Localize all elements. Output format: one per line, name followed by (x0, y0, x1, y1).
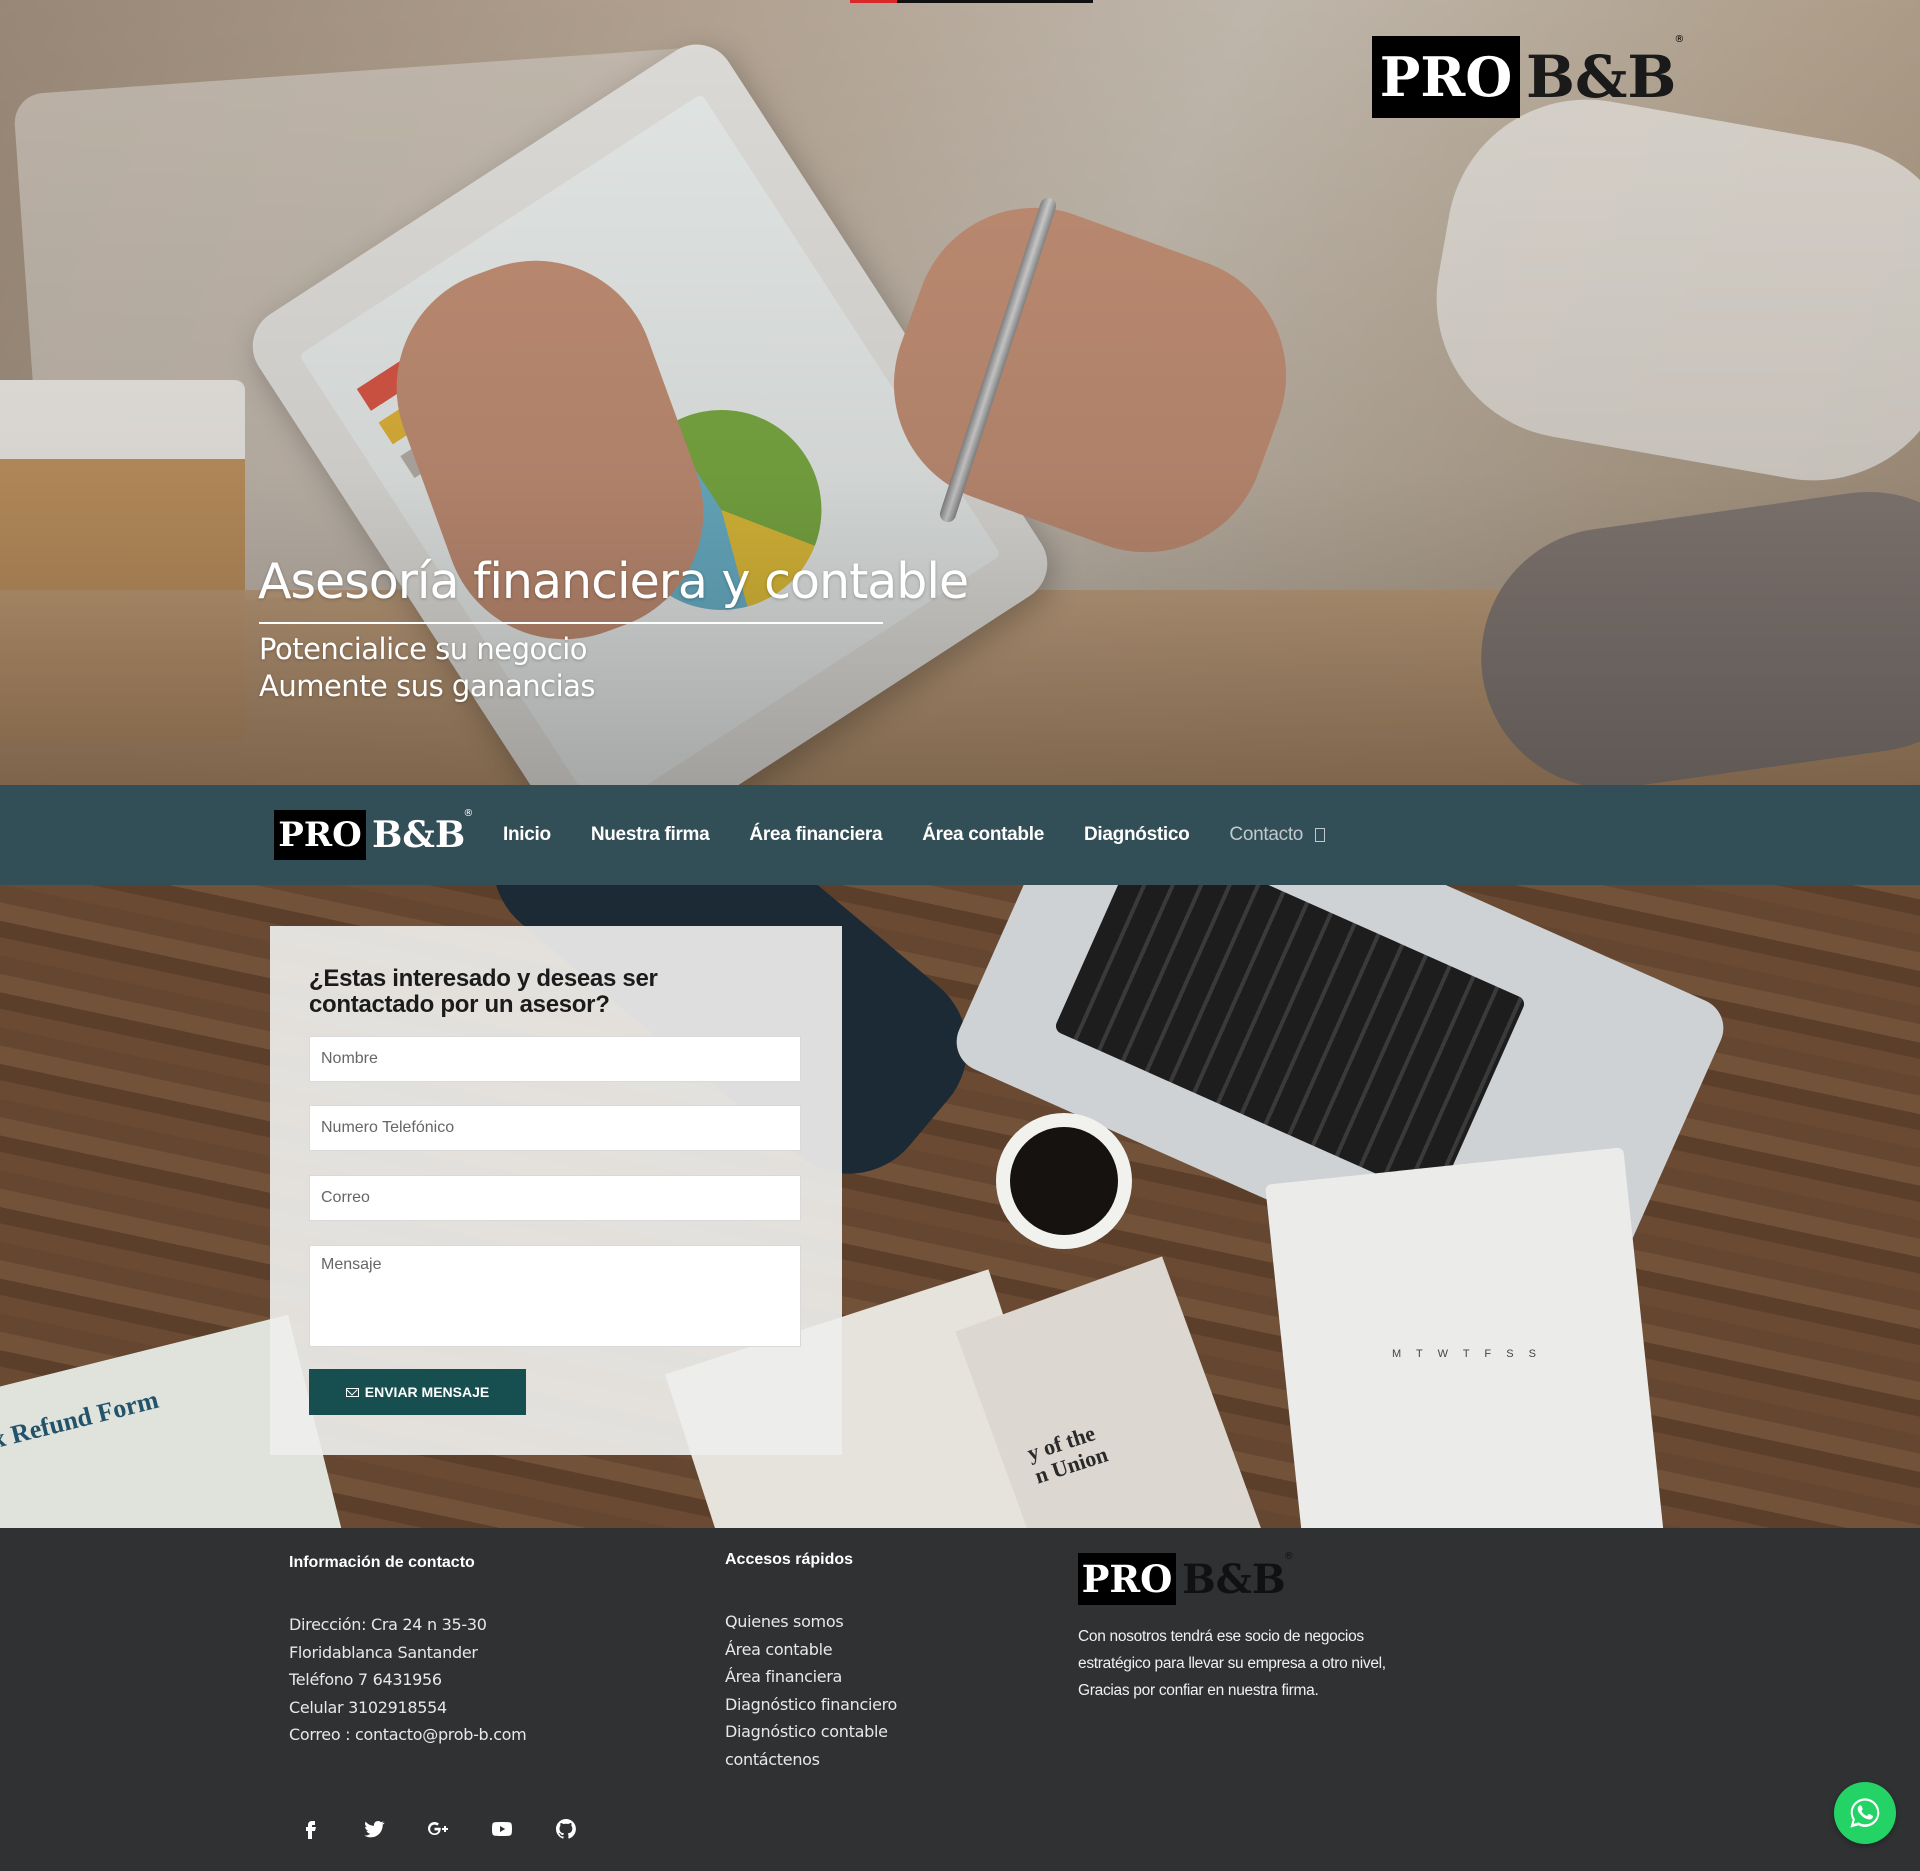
nav-item-contacto-label: Contacto (1229, 824, 1304, 845)
logo-pro: PRO (1372, 36, 1520, 118)
logo-registered-mark: ® (1283, 1551, 1294, 1562)
logo-registered-mark: ® (1674, 34, 1685, 45)
logo-bb: B&B (372, 814, 466, 856)
quick-links-heading: Accesos rápidos (725, 1551, 854, 1568)
twitter-icon[interactable] (353, 1808, 395, 1850)
top-progress-line (850, 0, 1093, 3)
github-icon[interactable] (545, 1808, 587, 1850)
dropdown-icon (1315, 827, 1326, 842)
quick-link-area-financiera[interactable]: Área financiera (725, 1663, 897, 1691)
facebook-icon[interactable] (289, 1808, 331, 1850)
envelope-icon (345, 1387, 359, 1397)
nav-item-contacto[interactable]: Contacto (1229, 824, 1326, 846)
quick-link-area-contable[interactable]: Área contable (725, 1636, 897, 1664)
quick-link-diagnostico-financiero[interactable]: Diagnóstico financiero (725, 1691, 897, 1719)
contact-info-line: Celular 3102918554 (289, 1697, 447, 1717)
hero-title-underline (259, 622, 883, 624)
contact-info-line: Dirección: Cra 24 n 35-30 (289, 1615, 487, 1634)
google-plus-icon[interactable] (417, 1808, 459, 1850)
quick-links-list: Quienes somos Área contable Área financi… (725, 1608, 897, 1773)
coffee-mug-photo (996, 1113, 1132, 1249)
contact-info-line: Correo : contacto@prob-b.com (289, 1725, 527, 1744)
logo-pro: PRO (274, 810, 366, 860)
quick-link-contactenos[interactable]: contáctenos (725, 1746, 897, 1774)
youtube-icon[interactable] (481, 1808, 523, 1850)
contact-info-heading: Información de contacto (289, 1554, 475, 1571)
hero-title: Asesoría financiera y contable (258, 553, 969, 610)
whatsapp-button[interactable] (1834, 1782, 1896, 1844)
contact-info-list: Dirección: Cra 24 n 35-30 Floridablanca … (289, 1611, 527, 1749)
hero-subtitle-2: Aumente sus ganancias (259, 669, 596, 703)
hero-logo[interactable]: PRO B&B ® (1372, 34, 1684, 118)
name-input[interactable] (309, 1036, 801, 1082)
send-message-label: ENVIAR MENSAJE (364, 1384, 490, 1400)
notebook-photo (1265, 1147, 1665, 1528)
email-input[interactable] (309, 1175, 801, 1221)
send-message-button[interactable]: ENVIAR MENSAJE (309, 1369, 526, 1415)
footer: Información de contacto Dirección: Cra 2… (0, 1528, 1920, 1871)
contact-form: ¿Estas interesado y deseas ser contactad… (270, 926, 842, 1455)
whatsapp-icon (1850, 1798, 1880, 1828)
nav-logo[interactable]: PRO B&B ® (274, 808, 473, 860)
logo-pro: PRO (1078, 1553, 1176, 1605)
logo-registered-mark: ® (463, 808, 474, 819)
quick-link-diagnostico-contable[interactable]: Diagnóstico contable (725, 1718, 897, 1746)
contact-form-title: ¿Estas interesado y deseas ser contactad… (309, 965, 658, 1018)
footer-about-text: Con nosotros tendrá ese socio de negocio… (1078, 1628, 1386, 1699)
message-textarea[interactable] (309, 1245, 801, 1347)
quick-link-quienes-somos[interactable]: Quienes somos (725, 1608, 897, 1636)
logo-bb: B&B (1182, 1555, 1286, 1603)
hero-subtitle-1: Potencialice su negocio (259, 632, 588, 666)
nav-menu: Inicio Nuestra firma Área financiera Áre… (503, 785, 1365, 885)
nav-item-area-contable[interactable]: Área contable (922, 824, 1044, 846)
contact-info-line: Floridablanca Santander (289, 1642, 478, 1662)
phone-input[interactable] (309, 1105, 801, 1151)
nav-item-diagnostico[interactable]: Diagnóstico (1084, 824, 1190, 846)
calendar-days: M T W T F S S (1392, 1348, 1542, 1360)
hero-banner: PRO B&B ® Asesoría financiera y contable… (0, 0, 1920, 785)
nav-item-inicio[interactable]: Inicio (503, 824, 551, 846)
contact-info-line: Teléfono 7 6431956 (289, 1670, 442, 1689)
footer-logo: PRO B&B ® (1078, 1551, 1294, 1605)
nav-item-area-financiera[interactable]: Área financiera (749, 824, 882, 846)
social-links (289, 1808, 587, 1850)
top-progress-accent (850, 0, 897, 3)
logo-bb: B&B (1526, 43, 1677, 111)
main-navbar: PRO B&B ® Inicio Nuestra firma Área fina… (0, 785, 1920, 885)
nav-item-nuestra-firma[interactable]: Nuestra firma (591, 824, 710, 846)
